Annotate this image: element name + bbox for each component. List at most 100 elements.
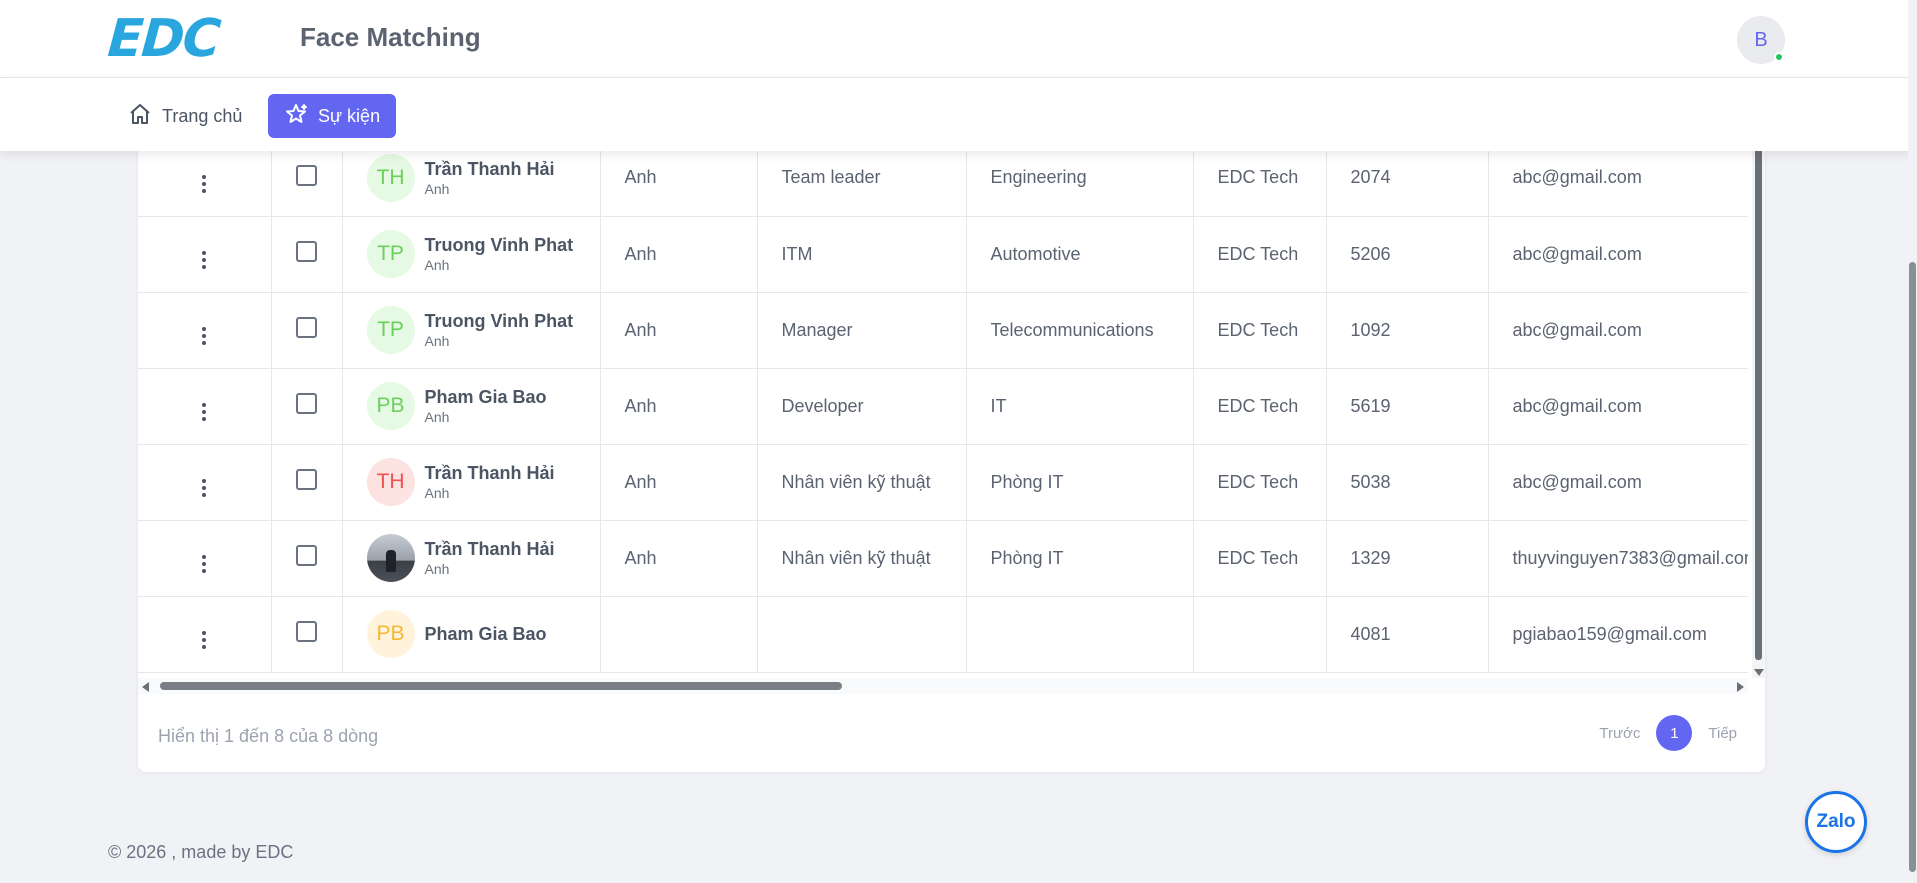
nav-home-label: Trang chủ xyxy=(162,105,243,126)
row-title-sub: Anh xyxy=(424,333,450,349)
row-checkbox[interactable] xyxy=(296,393,317,414)
avatar-initials: PB xyxy=(376,622,405,645)
avatar-initials: PB xyxy=(376,394,405,417)
row-code-cell: 2074 xyxy=(1326,140,1489,217)
row-name: Trần Thanh Hải xyxy=(424,463,555,483)
row-avatar: PB xyxy=(366,382,415,430)
row-position-cell: Nhân viên kỹ thuật xyxy=(757,520,967,597)
copyright-text: © 2026 , made by EDC xyxy=(108,842,294,862)
avatar-initials: TH xyxy=(376,470,405,493)
row-avatar: PB xyxy=(366,610,415,658)
prev-page-button[interactable]: Trước xyxy=(1599,725,1640,742)
row-email-cell: abc@gmail.com xyxy=(1488,140,1748,217)
row-title-sub: Anh xyxy=(424,257,450,273)
row-name: Truong Vinh Phat xyxy=(424,235,574,255)
logo-text: EDC xyxy=(105,9,221,69)
row-email-cell: abc@gmail.com xyxy=(1488,368,1748,445)
row-select-cell xyxy=(271,368,343,445)
avatar-initials: TP xyxy=(377,318,404,341)
avatar-initials: TH xyxy=(376,165,405,189)
row-department-cell: Phòng IT xyxy=(966,520,1194,597)
row-actions-cell xyxy=(138,596,272,673)
table-row: PB Pham Gia Bao Anh Anh Developer IT EDC… xyxy=(138,368,1748,445)
row-name: Pham Gia Bao xyxy=(424,624,547,644)
row-position-cell: Team leader xyxy=(757,140,967,217)
row-position-cell: Nhân viên kỹ thuật xyxy=(757,444,967,521)
vertical-scroll-thumb[interactable] xyxy=(1755,140,1762,660)
scroll-down-arrow-icon[interactable] xyxy=(1754,669,1764,676)
row-title-cell: Anh xyxy=(600,292,758,369)
row-name: Pham Gia Bao xyxy=(424,387,547,407)
scroll-left-arrow-icon[interactable] xyxy=(142,682,149,692)
more-vertical-icon[interactable] xyxy=(202,403,207,421)
row-name: Trần Thanh Hải xyxy=(424,158,555,179)
row-select-cell xyxy=(271,216,343,293)
horizontal-scroll-thumb[interactable] xyxy=(160,682,842,690)
row-department-cell xyxy=(966,596,1194,673)
row-title-sub: Anh xyxy=(424,485,450,501)
row-name-cell: TP Truong Vinh Phat Anh xyxy=(342,216,601,293)
row-checkbox[interactable] xyxy=(296,545,317,566)
more-vertical-icon[interactable] xyxy=(202,479,207,497)
row-department-cell: Phòng IT xyxy=(966,444,1194,521)
page-scroll-thumb[interactable] xyxy=(1909,262,1916,872)
sparkle-star-icon xyxy=(284,102,308,131)
more-vertical-icon[interactable] xyxy=(202,174,207,193)
row-title-cell: Anh xyxy=(600,520,758,597)
row-checkbox[interactable] xyxy=(296,241,317,262)
row-actions-cell xyxy=(138,368,272,445)
row-email-cell: pgiabao159@gmail.com xyxy=(1488,596,1748,673)
row-code-cell: 5619 xyxy=(1326,368,1489,445)
user-avatar[interactable]: B xyxy=(1737,16,1785,64)
row-company-cell: EDC Tech xyxy=(1193,292,1327,369)
page-vertical-scrollbar[interactable] xyxy=(1908,0,1917,883)
row-name-cell: TH Trần Thanh Hải Anh xyxy=(342,140,601,217)
row-checkbox[interactable] xyxy=(296,317,317,338)
next-page-button[interactable]: Tiếp xyxy=(1708,725,1737,742)
row-avatar: TH xyxy=(366,458,415,506)
row-position-cell: ITM xyxy=(757,216,967,293)
row-department-cell: Engineering xyxy=(966,140,1194,217)
table-vertical-scrollbar[interactable] xyxy=(1752,140,1765,678)
row-checkbox[interactable] xyxy=(296,469,317,490)
more-vertical-icon[interactable] xyxy=(202,631,207,649)
nav-events[interactable]: Sự kiện xyxy=(268,94,397,138)
row-checkbox[interactable] xyxy=(296,621,317,642)
row-name-cell: PB Pham Gia Bao Anh xyxy=(342,368,601,445)
row-code-cell: 5206 xyxy=(1326,216,1489,293)
avatar-initials: TP xyxy=(377,242,404,265)
nav-home[interactable]: Trang chủ xyxy=(112,94,258,138)
table-row: TH Trần Thanh Hải Anh Anh Team leader En… xyxy=(138,140,1748,217)
app-title: Face Matching xyxy=(300,22,481,52)
table-row: PB Pham Gia Bao 4081 pgiabao159@gmail.co… xyxy=(138,596,1748,673)
row-title-cell xyxy=(600,596,758,673)
row-select-cell xyxy=(271,444,343,521)
row-position-cell: Manager xyxy=(757,292,967,369)
more-vertical-icon[interactable] xyxy=(202,327,207,345)
top-header: EDC Face Matching B xyxy=(0,0,1917,78)
row-company-cell xyxy=(1193,596,1327,673)
page-1-button[interactable]: 1 xyxy=(1656,715,1693,751)
table-horizontal-scrollbar[interactable] xyxy=(138,678,1748,694)
table-scroll-area[interactable]: TH Trần Thanh Hải Anh Anh Team leader En… xyxy=(138,140,1748,678)
scroll-right-arrow-icon[interactable] xyxy=(1737,682,1744,692)
row-avatar: TP xyxy=(366,230,415,278)
row-title-cell: Anh xyxy=(600,444,758,521)
zalo-chat-button[interactable]: Zalo xyxy=(1805,791,1867,853)
more-vertical-icon[interactable] xyxy=(202,555,207,573)
row-company-cell: EDC Tech xyxy=(1193,444,1327,521)
row-actions-cell xyxy=(138,140,272,217)
row-email-cell: abc@gmail.com xyxy=(1488,292,1748,369)
row-code-cell: 1092 xyxy=(1326,292,1489,369)
row-checkbox[interactable] xyxy=(296,164,317,186)
row-code-cell: 4081 xyxy=(1326,596,1489,673)
more-vertical-icon[interactable] xyxy=(202,251,207,269)
row-name: Trần Thanh Hải xyxy=(424,539,555,559)
row-select-cell xyxy=(271,140,343,217)
row-company-cell: EDC Tech xyxy=(1193,140,1327,217)
table-row: TP Truong Vinh Phat Anh Anh Manager Tele… xyxy=(138,292,1748,369)
row-name-cell: PB Pham Gia Bao xyxy=(342,596,601,673)
row-select-cell xyxy=(271,596,343,673)
edc-logo[interactable]: EDC xyxy=(105,9,221,69)
table-row: TP Truong Vinh Phat Anh Anh ITM Automoti… xyxy=(138,216,1748,293)
